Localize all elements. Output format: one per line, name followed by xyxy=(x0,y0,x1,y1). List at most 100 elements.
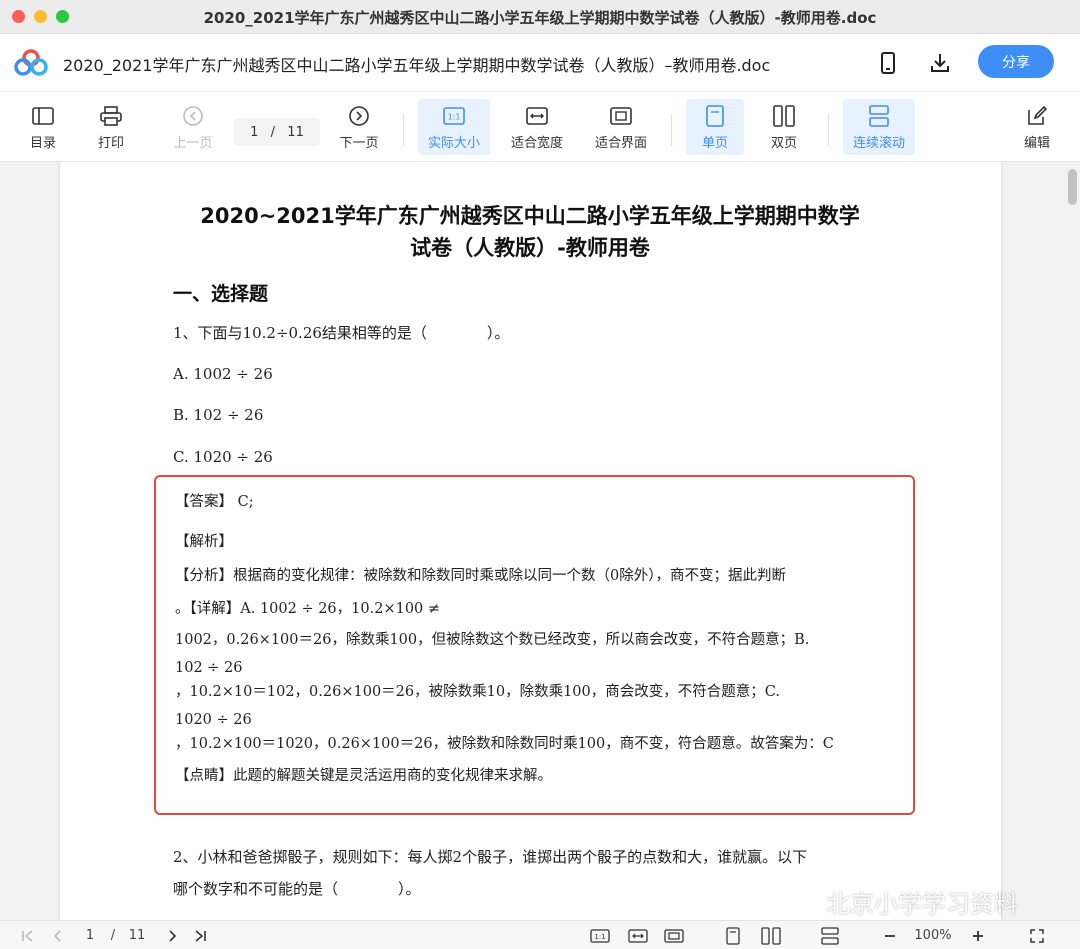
phone-icon xyxy=(881,52,895,74)
toolbar-divider xyxy=(828,114,829,146)
document-viewer[interactable]: 2020~2021学年广东广州越秀区中山二路小学五年级上学期期中数学 试卷（人教… xyxy=(0,162,1080,920)
last-page-button[interactable] xyxy=(190,925,210,946)
document-heading: 2020~2021学年广东广州越秀区中山二路小学五年级上学期期中数学 试卷（人教… xyxy=(140,200,920,264)
continuous-scroll-icon xyxy=(821,926,839,945)
watermark-text: 北京小学学习资料 xyxy=(826,890,1018,918)
toc-icon xyxy=(32,106,54,125)
question-1-option-a: A. 1002 ÷ 26 xyxy=(173,365,273,383)
page-total: 11 xyxy=(287,124,304,140)
status-double-page-button[interactable] xyxy=(758,925,784,946)
prev-page-button[interactable]: 上一页 xyxy=(166,99,220,155)
mobile-view-button[interactable] xyxy=(873,48,903,78)
detail-text: ，10.2×100＝1020，0.26×100＝26，被除数和除数同时乘100，… xyxy=(175,736,834,752)
fit-width-label: 适合宽度 xyxy=(510,135,563,151)
chevron-right-circle-icon xyxy=(349,105,369,126)
continuous-scroll-label: 连续滚动 xyxy=(852,135,905,151)
document-page: 2020~2021学年广东广州越秀区中山二路小学五年级上学期期中数学 试卷（人教… xyxy=(60,162,1001,920)
double-page-icon xyxy=(761,926,781,945)
window-title: 2020_2021学年广东广州越秀区中山二路小学五年级上学期期中数学试卷（人教版… xyxy=(203,9,877,27)
continuous-scroll-icon xyxy=(869,104,889,127)
single-page-icon xyxy=(706,104,724,127)
first-page-icon xyxy=(22,929,33,942)
detail-text: 1020 ÷ 26 xyxy=(175,712,252,728)
document-title: 2020_2021学年广东广州越秀区中山二路小学五年级上学期期中数学试卷（人教版… xyxy=(63,56,771,75)
download-icon xyxy=(931,54,949,72)
window-titlebar: 2020_2021学年广东广州越秀区中山二路小学五年级上学期期中数学试卷（人教版… xyxy=(0,0,1080,34)
double-page-button[interactable]: 双页 xyxy=(758,99,810,155)
toolbar-divider xyxy=(671,114,672,146)
fit-window-button[interactable]: 适合界面 xyxy=(588,99,654,155)
page-separator: / xyxy=(270,124,276,140)
edit-icon xyxy=(1028,105,1048,125)
double-page-label: 双页 xyxy=(770,135,797,151)
question-2-continued: 哪个数字和不可能的是（ ）。 xyxy=(173,880,421,898)
question-2: 2、小林和爸爸掷骰子，规则如下：每人掷2个骰子，谁掷出两个骰子的点数和大，谁就赢… xyxy=(173,848,808,866)
question-1-option-b: B. 102 ÷ 26 xyxy=(173,406,264,424)
watermark: 北京小学学习资料 xyxy=(786,884,1018,919)
edit-button[interactable]: 编辑 xyxy=(1016,99,1058,155)
status-single-page-button[interactable] xyxy=(722,925,744,946)
fit-width-icon xyxy=(526,106,548,125)
actual-size-label: 实际大小 xyxy=(427,135,480,151)
chevron-left-circle-icon xyxy=(183,105,203,126)
detail-text: 1002，0.26×100＝26，除数乘100，但被除数这个数已经改变，所以商会… xyxy=(175,632,810,648)
question-1: 1、下面与10.2÷0.26结果相等的是（ ）。 xyxy=(173,324,510,342)
status-page-total: 11 xyxy=(128,928,146,943)
share-button[interactable]: 分享 xyxy=(978,45,1054,78)
vertical-scrollbar[interactable] xyxy=(1068,169,1077,205)
status-page-separator: / xyxy=(110,928,116,943)
chevron-right-icon xyxy=(169,929,177,942)
status-actual-size-button[interactable]: 1:1 xyxy=(588,925,612,946)
fit-width-button[interactable]: 适合宽度 xyxy=(504,99,570,155)
toolbar-divider xyxy=(403,114,404,146)
status-fit-width-button[interactable] xyxy=(626,925,650,946)
viewer-toolbar: 目录 打印 上一页 1 / 11 下一页 1:1 实际大小 适合宽度 适合界面 … xyxy=(0,92,1080,162)
next-page-button[interactable]: 下一页 xyxy=(332,99,386,155)
page-number-field[interactable]: 1 / 11 xyxy=(234,118,320,146)
detail-text: 102 ÷ 26 xyxy=(175,660,243,676)
actual-size-button[interactable]: 1:1 实际大小 xyxy=(418,99,490,155)
prev-page-label: 上一页 xyxy=(173,135,213,151)
printer-icon xyxy=(100,105,122,126)
single-page-icon xyxy=(726,926,740,945)
chevron-left-icon xyxy=(53,929,61,942)
toc-button[interactable]: 目录 xyxy=(22,99,64,155)
status-bar: 1 / 11 1:1 100% xyxy=(0,920,1080,949)
document-heading-line1: 2020~2021学年广东广州越秀区中山二路小学五年级上学期期中数学 xyxy=(200,204,860,228)
fit-window-icon xyxy=(610,106,632,125)
zoom-level[interactable]: 100% xyxy=(908,925,958,946)
fit-window-label: 适合界面 xyxy=(594,135,647,151)
actual-size-icon: 1:1 xyxy=(590,928,610,943)
wechat-icon xyxy=(787,889,819,913)
status-fit-window-button[interactable] xyxy=(662,925,686,946)
edit-label: 编辑 xyxy=(1023,135,1050,151)
status-prev-page-button[interactable] xyxy=(48,925,68,946)
print-button[interactable]: 打印 xyxy=(90,99,132,155)
first-page-button[interactable] xyxy=(18,925,38,946)
answer-line: 【答案】 C; xyxy=(175,494,254,510)
status-page-current[interactable]: 1 xyxy=(82,925,98,946)
zoom-in-button[interactable] xyxy=(968,925,988,946)
app-header: 2020_2021学年广东广州越秀区中山二路小学五年级上学期期中数学试卷（人教版… xyxy=(0,34,1080,92)
svg-text:1:1: 1:1 xyxy=(594,933,605,941)
fullscreen-icon xyxy=(1030,928,1044,943)
plus-icon xyxy=(973,930,983,941)
zoom-out-button[interactable] xyxy=(880,925,900,946)
single-page-button[interactable]: 单页 xyxy=(686,99,744,155)
double-page-icon xyxy=(773,104,795,127)
actual-size-icon: 1:1 xyxy=(443,106,465,125)
fullscreen-button[interactable] xyxy=(1026,925,1048,946)
analysis-heading: 【解析】 xyxy=(175,534,233,550)
single-page-label: 单页 xyxy=(701,135,728,151)
next-page-label: 下一页 xyxy=(339,135,379,151)
download-button[interactable] xyxy=(925,48,955,78)
document-heading-line2: 试卷（人教版）-教师用卷 xyxy=(410,236,650,260)
last-page-icon xyxy=(195,929,206,942)
status-next-page-button[interactable] xyxy=(162,925,182,946)
fit-width-icon xyxy=(628,928,648,943)
continuous-scroll-button[interactable]: 连续滚动 xyxy=(843,99,915,155)
minus-icon xyxy=(885,934,895,937)
key-point-text: 【点睛】此题的解题关键是灵活运用商的变化规律来求解。 xyxy=(175,768,552,784)
status-continuous-scroll-button[interactable] xyxy=(818,925,842,946)
svg-text:1:1: 1:1 xyxy=(448,112,461,121)
